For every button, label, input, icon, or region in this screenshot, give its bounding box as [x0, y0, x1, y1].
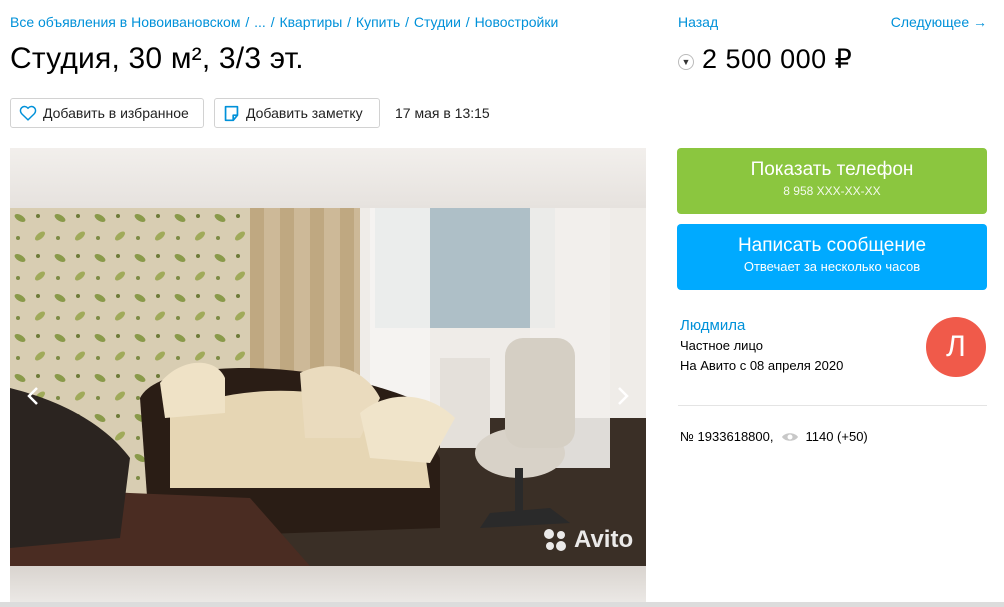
breadcrumb-studios[interactable]: Студии — [414, 14, 461, 30]
heart-icon — [19, 105, 37, 121]
breadcrumb-separator: / — [245, 14, 250, 30]
add-to-favorites-label: Добавить в избранное — [43, 105, 189, 121]
breadcrumb-apartments[interactable]: Квартиры — [279, 14, 342, 30]
eye-icon — [782, 432, 799, 441]
breadcrumb-separator: / — [405, 14, 409, 30]
show-phone-button[interactable]: Показать телефон 8 958 XXX-XX-XX — [677, 148, 987, 214]
breadcrumb: Все объявления в Новоивановском / ... / … — [10, 14, 558, 30]
divider — [678, 405, 987, 406]
avatar-letter: Л — [946, 330, 966, 363]
price-value: 2 500 000 ₽ — [702, 44, 853, 74]
page-title: Студия, 30 м², 3/3 эт. — [10, 42, 304, 75]
breadcrumb-separator: / — [465, 14, 470, 30]
breadcrumb-all-ads[interactable]: Все объявления в Новоивановском — [10, 14, 240, 30]
apartment-photo — [10, 208, 646, 566]
avito-logo-icon — [544, 529, 566, 551]
avito-watermark: Avito — [542, 526, 633, 554]
back-link[interactable]: Назад — [678, 14, 718, 30]
add-note-button[interactable]: Добавить заметку — [214, 98, 380, 128]
watermark-text: Avito — [574, 526, 634, 553]
add-to-favorites-button[interactable]: Добавить в избранное — [10, 98, 204, 128]
note-icon — [224, 105, 239, 121]
chevron-left-icon[interactable] — [18, 376, 48, 416]
avatar[interactable]: Л — [926, 317, 986, 377]
breadcrumb-new-buildings[interactable]: Новостройки — [475, 14, 559, 30]
seller-name-link[interactable]: Людмила — [680, 317, 745, 334]
response-time: Отвечает за несколько часов — [743, 259, 921, 274]
next-ad-link[interactable]: Следующее → — [891, 14, 987, 30]
gallery-blur-bottom — [10, 566, 646, 602]
breadcrumb-ellipsis[interactable]: ... — [254, 14, 266, 30]
ad-number: № 1933618800, — [680, 429, 774, 444]
ad-meta: № 1933618800, 1140 (+50) — [680, 429, 868, 444]
gallery-blur-top — [10, 148, 646, 208]
breadcrumb-separator: / — [270, 14, 275, 30]
breadcrumb-separator: / — [347, 14, 352, 30]
seller-type: Частное лицо — [680, 338, 763, 353]
write-message-button[interactable]: Написать сообщение Отвечает за несколько… — [677, 224, 987, 290]
chevron-right-icon[interactable] — [608, 376, 638, 416]
phone-masked: 8 958 XXX-XX-XX — [783, 184, 881, 198]
horizontal-scrollbar[interactable] — [0, 602, 1004, 607]
photo-gallery[interactable]: Avito — [10, 148, 646, 602]
write-message-label: Написать сообщение — [737, 235, 927, 256]
chevron-down-icon[interactable]: ▼ — [678, 53, 694, 70]
price-block: ▼ 2 500 000 ₽ — [678, 44, 852, 75]
seller-since: На Авито с 08 апреля 2020 — [680, 358, 844, 373]
show-phone-label: Показать телефон — [750, 159, 914, 180]
add-note-label: Добавить заметку — [246, 105, 363, 121]
breadcrumb-buy[interactable]: Купить — [356, 14, 400, 30]
ad-date: 17 мая в 13:15 — [395, 105, 490, 121]
view-count: 1140 (+50) — [805, 429, 868, 444]
